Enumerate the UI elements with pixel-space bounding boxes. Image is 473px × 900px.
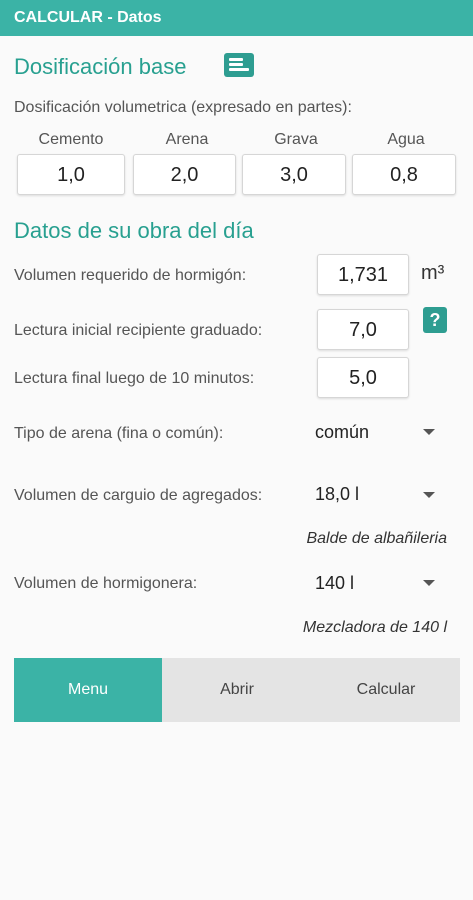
lectura-inicial-input[interactable]: 7,0 <box>317 309 409 350</box>
arena-input[interactable]: 2,0 <box>133 154 236 195</box>
tab-abrir[interactable]: Abrir <box>162 658 312 722</box>
grava-label: Grava <box>274 131 318 148</box>
help-icon[interactable]: ? <box>423 307 447 333</box>
hormigonera-label: Volumen de hormigonera: <box>14 575 198 592</box>
carguio-label: Volumen de carguio de agregados: <box>14 487 263 504</box>
hormigonera-hint: Mezcladora de 140 l <box>302 619 447 636</box>
grava-input[interactable]: 3,0 <box>242 154 346 195</box>
tipo-arena-value[interactable]: común <box>315 422 369 443</box>
dropdown-arrow-icon[interactable] <box>423 492 435 498</box>
lectura-final-input[interactable]: 5,0 <box>317 357 409 398</box>
arena-label: Arena <box>165 131 209 148</box>
document-icon[interactable] <box>224 53 254 77</box>
volumen-requerido-label: Volumen requerido de hormigón: <box>14 267 247 284</box>
volumen-requerido-input[interactable]: 1,731 <box>317 254 409 295</box>
app-title-bar: CALCULAR - Datos <box>0 0 473 36</box>
dosificacion-subtitle: Dosificación volumetrica (expresado en p… <box>14 99 352 116</box>
tab-calcular[interactable]: Calcular <box>312 658 460 722</box>
dropdown-arrow-icon[interactable] <box>423 429 435 435</box>
agua-label: Agua <box>387 131 425 148</box>
volumen-unit: m³ <box>421 262 445 284</box>
lectura-inicial-label: Lectura inicial recipiente graduado: <box>14 322 263 339</box>
carguio-value[interactable]: 18,0 l <box>315 484 359 505</box>
section-title-dosificacion: Dosificación base <box>14 54 187 79</box>
bottom-tab-bar: Menu Abrir Calcular <box>14 658 460 722</box>
hormigonera-value[interactable]: 140 l <box>315 573 354 594</box>
section-title-obra: Datos de su obra del día <box>14 218 254 243</box>
agua-input[interactable]: 0,8 <box>352 154 456 195</box>
cemento-label: Cemento <box>38 131 104 148</box>
cemento-input[interactable]: 1,0 <box>17 154 125 195</box>
lectura-final-label: Lectura final luego de 10 minutos: <box>14 370 255 387</box>
carguio-hint: Balde de albañileria <box>306 530 447 547</box>
tab-menu[interactable]: Menu <box>14 658 162 722</box>
tipo-arena-label: Tipo de arena (fina o común): <box>14 425 224 442</box>
dropdown-arrow-icon[interactable] <box>423 580 435 586</box>
